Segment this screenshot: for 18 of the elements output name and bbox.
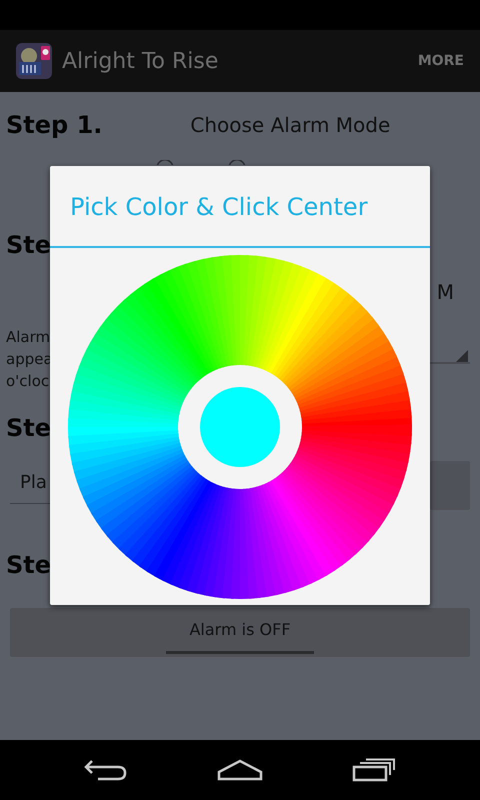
step-label: Ste [6,550,52,580]
step-label: Ste [6,230,52,260]
app-title: Alright To Rise [62,48,220,74]
radio-icon[interactable] [156,160,174,165]
color-wheel[interactable] [68,255,412,599]
step-title: Choose Alarm Mode [190,112,390,139]
description-text: o'cloc [6,371,50,392]
step-label: Ste [6,413,52,443]
step-label: Step 1. [6,110,102,140]
dialog-title: Pick Color & Click Center [69,192,368,223]
selected-color-swatch[interactable] [200,387,280,467]
side-button[interactable] [430,461,470,510]
time-text: M [436,280,454,304]
radio-icon[interactable] [228,160,246,165]
description-text: Alarm [6,327,50,348]
app-icon [16,43,52,79]
alarm-toggle-button[interactable]: Alarm is OFF [10,608,470,657]
more-button[interactable]: MORE [418,49,464,73]
